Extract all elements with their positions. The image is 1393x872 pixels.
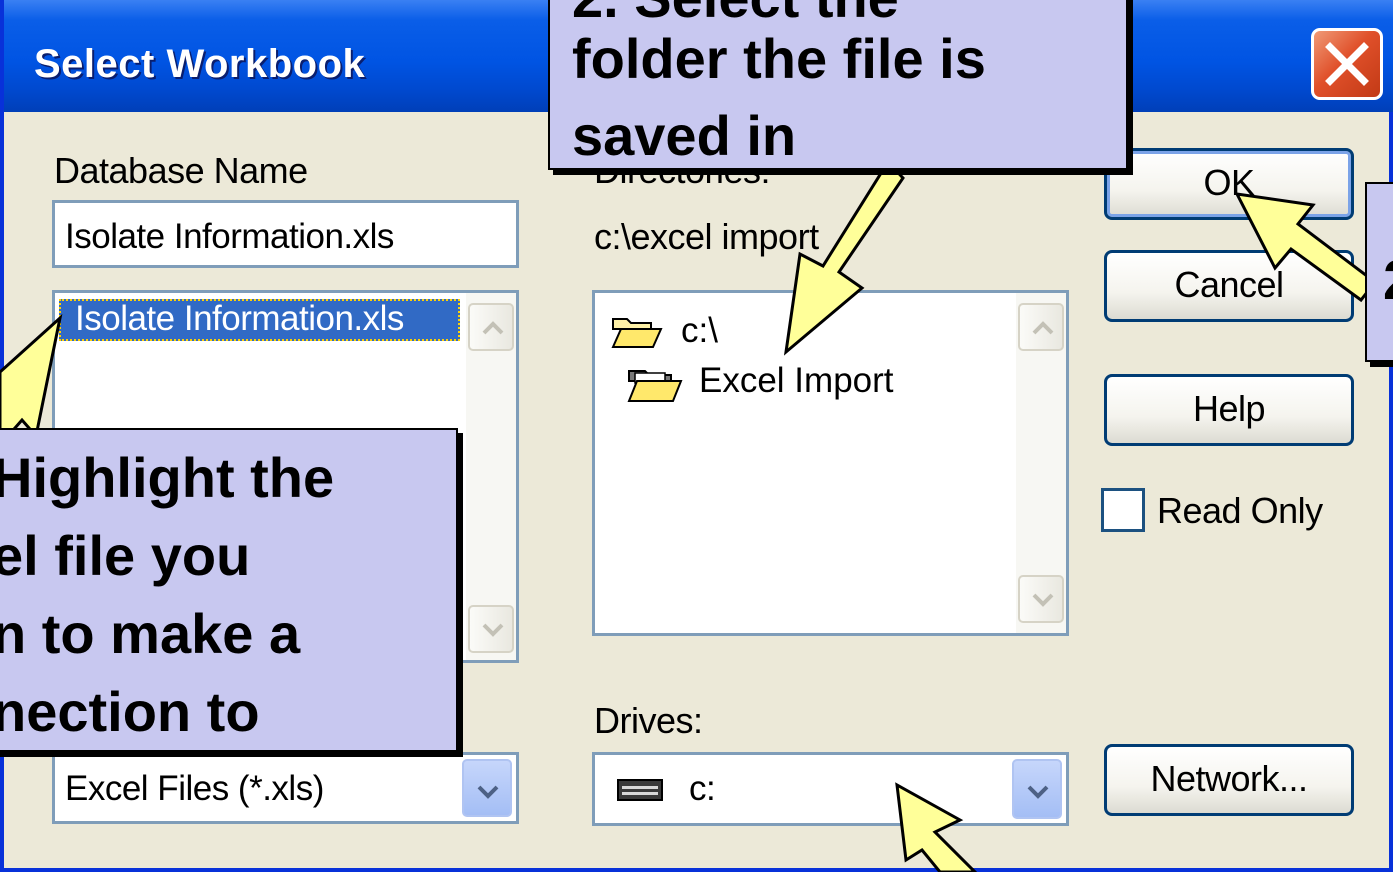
callout-line: el file you: [0, 524, 251, 587]
callout-line: nection to: [0, 680, 260, 743]
callout-highlight-file: Highlight the el file you n to make a ne…: [0, 428, 458, 752]
callout-line: saved in: [572, 104, 797, 167]
arrow-to-file: [0, 313, 63, 448]
callout-line: 2: [1383, 242, 1393, 318]
arrow-to-ok: [1234, 192, 1378, 303]
arrow-to-folder: [783, 159, 905, 356]
callout-line: folder the file is: [572, 27, 986, 90]
arrow-to-drives: [895, 782, 978, 872]
callout-line: n to make a: [0, 602, 301, 665]
callout-line: Highlight the: [0, 446, 335, 509]
callout-click-ok: 2: [1365, 182, 1393, 362]
callout-select-folder: 2. Select the folder the file is saved i…: [548, 0, 1128, 170]
